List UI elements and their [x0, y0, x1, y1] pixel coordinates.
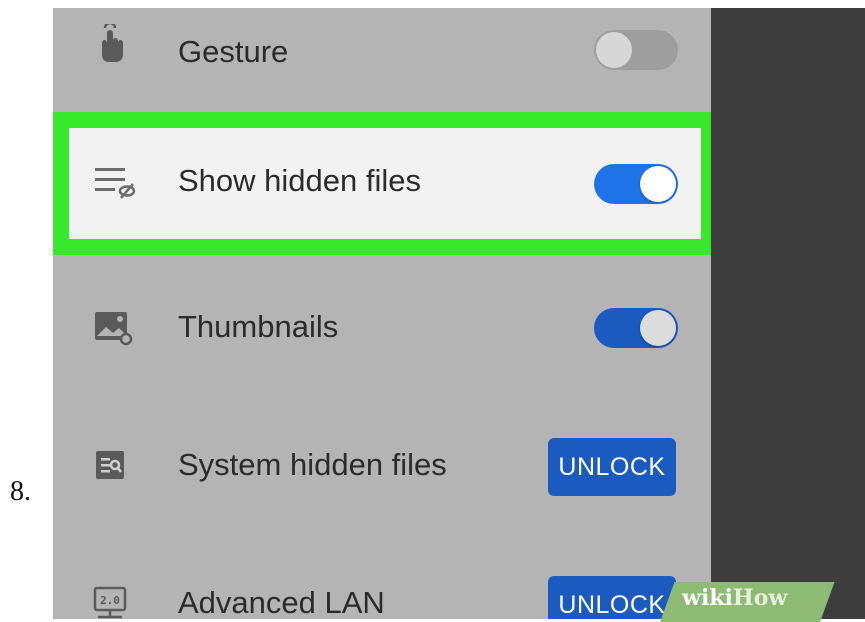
- setting-label-show-hidden-files: Show hidden files: [178, 163, 421, 198]
- thumbnails-toggle[interactable]: [594, 308, 678, 348]
- hidden-files-icon: [93, 164, 139, 204]
- settings-drawer: Gesture Show hidden files Thumbnails Sys…: [53, 8, 717, 619]
- toggle-knob: [640, 166, 676, 202]
- watermark-part-how: How: [732, 585, 788, 611]
- svg-text:2.0: 2.0: [100, 594, 120, 607]
- dimmed-background[interactable]: [711, 8, 865, 619]
- toggle-knob: [596, 32, 632, 68]
- watermark-part-wiki: wiki: [682, 585, 733, 611]
- system-files-icon: [93, 448, 127, 482]
- setting-row-gesture[interactable]: Gesture: [53, 8, 711, 98]
- highlight-box: Show hidden files: [53, 112, 717, 255]
- app-screen: Gesture Show hidden files Thumbnails Sys…: [53, 8, 865, 619]
- setting-row-advanced-lan[interactable]: 2.0 Advanced LAN UNLOCK: [53, 558, 711, 619]
- advanced-lan-unlock-button[interactable]: UNLOCK: [548, 576, 676, 619]
- system-hidden-files-unlock-button[interactable]: UNLOCK: [548, 438, 676, 496]
- setting-label-gesture: Gesture: [178, 34, 289, 69]
- gesture-toggle[interactable]: [594, 30, 678, 70]
- setting-label-thumbnails: Thumbnails: [178, 309, 339, 344]
- lan-2-0-icon: 2.0: [93, 586, 127, 619]
- gesture-hand-icon: [93, 21, 127, 62]
- toggle-knob: [640, 310, 676, 346]
- setting-row-system-hidden-files[interactable]: System hidden files UNLOCK: [53, 420, 711, 510]
- show-hidden-files-toggle[interactable]: [594, 164, 678, 204]
- setting-row-thumbnails[interactable]: Thumbnails: [53, 282, 711, 372]
- setting-label-system-hidden-files: System hidden files: [178, 447, 447, 482]
- thumbnails-image-icon: [93, 310, 133, 346]
- setting-label-advanced-lan: Advanced LAN: [178, 585, 385, 619]
- setting-row-show-hidden-files[interactable]: Show hidden files: [69, 128, 701, 239]
- wikihow-watermark: wikiHow: [682, 585, 787, 611]
- step-number: 8.: [10, 476, 31, 507]
